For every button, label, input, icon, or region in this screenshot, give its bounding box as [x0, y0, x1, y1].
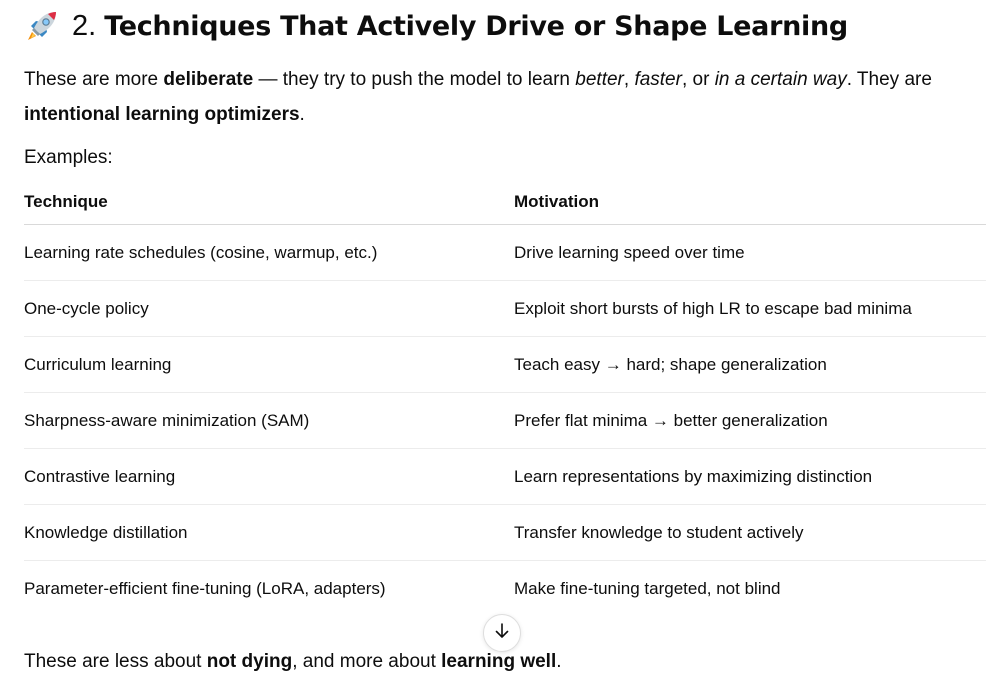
closing-paragraph: These are less about not dying, and more…: [24, 648, 562, 676]
table-row: Contrastive learning Learn representatio…: [24, 448, 986, 505]
text: These are less about: [24, 651, 207, 672]
table-header-row: Technique Motivation: [24, 180, 986, 225]
bold-text: deliberate: [163, 69, 254, 90]
technique-cell: Sharpness-aware minimization (SAM): [24, 392, 514, 449]
technique-cell: Curriculum learning: [24, 336, 514, 393]
section-number: 2.: [72, 9, 97, 42]
rocket-icon: [24, 8, 60, 44]
bold-text: not dying: [206, 651, 293, 672]
technique-cell: Knowledge distillation: [24, 504, 514, 561]
bold-text: intentional learning optimizers: [24, 104, 300, 125]
techniques-table: Technique Motivation Learning rate sched…: [24, 180, 986, 616]
table-row: Knowledge distillation Transfer knowledg…: [24, 504, 986, 561]
motivation-cell: Drive learning speed over time: [514, 224, 986, 281]
section-heading: 2. Techniques That Actively Drive or Sha…: [24, 6, 848, 46]
table-row: Learning rate schedules (cosine, warmup,…: [24, 224, 986, 281]
text: ,: [623, 69, 635, 90]
technique-cell: Learning rate schedules (cosine, warmup,…: [24, 224, 514, 281]
table-row: Parameter-efficient fine-tuning (LoRA, a…: [24, 561, 986, 617]
italic-text: better: [575, 69, 624, 90]
text: .: [556, 651, 562, 672]
column-header-motivation: Motivation: [514, 180, 986, 225]
motivation-cell: Learn representations by maximizing dist…: [514, 448, 986, 505]
bold-text: learning well: [441, 651, 557, 672]
motivation-cell: Prefer flat minima → better generalizati…: [514, 392, 986, 449]
text: , and more about: [292, 651, 442, 672]
scroll-to-bottom-button[interactable]: [483, 614, 521, 652]
examples-label: Examples:: [24, 147, 113, 168]
technique-cell: Parameter-efficient fine-tuning (LoRA, a…: [24, 578, 386, 598]
text: These are more: [24, 69, 164, 90]
intro-paragraph: These are more deliberate — they try to …: [24, 62, 974, 132]
column-header-technique: Technique: [24, 180, 514, 225]
text: .: [299, 104, 305, 125]
technique-cell: One-cycle policy: [24, 280, 514, 337]
motivation-cell: Transfer knowledge to student actively: [514, 504, 986, 561]
text: — they try to push the model to learn: [253, 69, 576, 90]
table-row: One-cycle policy Exploit short bursts of…: [24, 280, 986, 337]
italic-text: faster: [634, 69, 682, 90]
italic-text: in a certain way: [714, 69, 847, 90]
motivation-cell: Teach easy → hard; shape generalization: [514, 336, 986, 393]
section-title: Techniques That Actively Drive or Shape …: [104, 10, 848, 42]
table-row: Sharpness-aware minimization (SAM) Prefe…: [24, 392, 986, 449]
table-row: Curriculum learning Teach easy → hard; s…: [24, 336, 986, 393]
technique-cell: Contrastive learning: [24, 448, 514, 505]
motivation-cell: Exploit short bursts of high LR to escap…: [514, 280, 986, 337]
text: . They are: [846, 69, 932, 90]
arrow-down-icon: [493, 622, 511, 645]
text: , or: [681, 69, 715, 90]
motivation-cell: Make fine-tuning targeted, not blind: [514, 578, 781, 598]
